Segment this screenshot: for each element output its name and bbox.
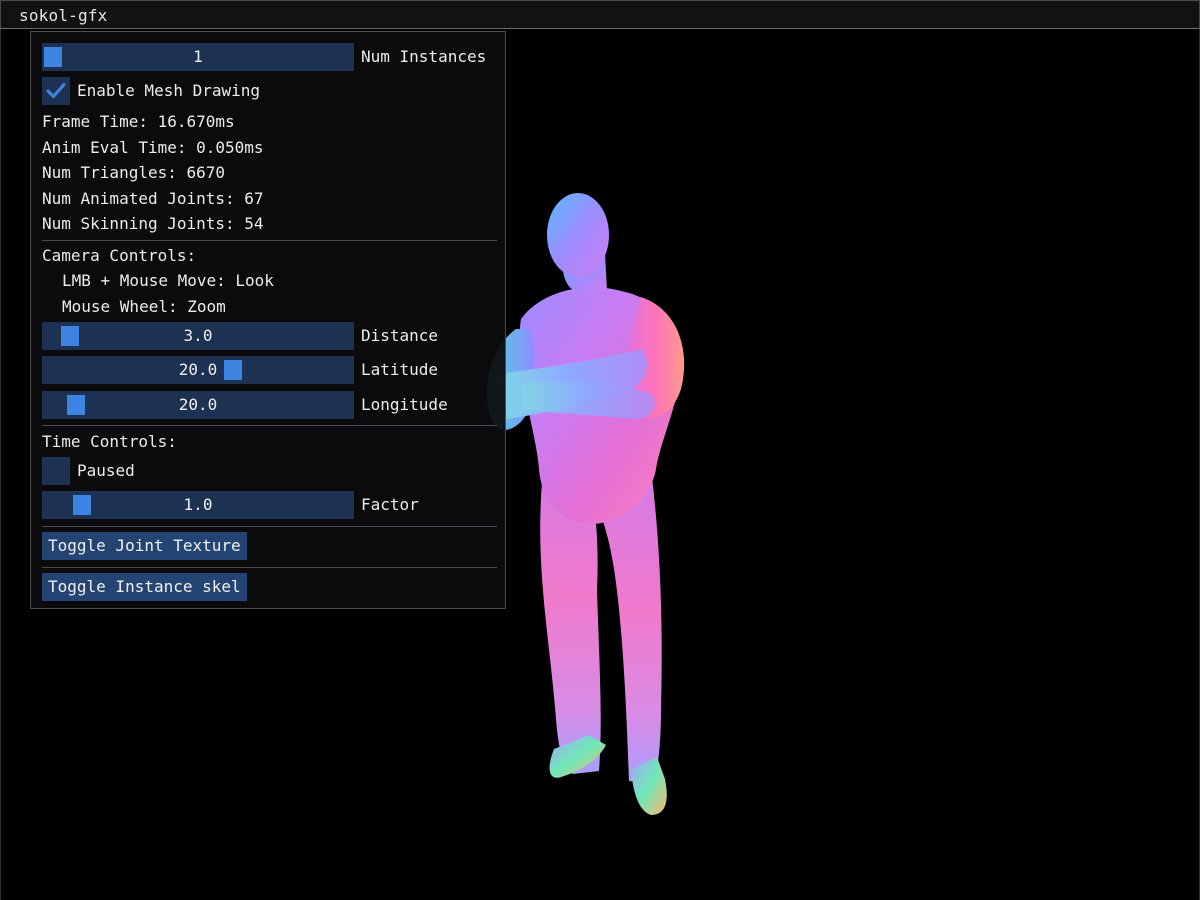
slider-value: 1 [193,47,203,66]
num-instances-slider[interactable]: 1 [42,43,354,71]
toggle-joint-texture-button[interactable]: Toggle Joint Texture [42,532,247,560]
separator [42,425,497,426]
slider-value: 20.0 [178,360,218,379]
enable-mesh-drawing-checkbox[interactable] [42,77,70,105]
checkmark-icon [46,82,66,99]
separator [42,567,497,568]
toggle-instance-skel-button[interactable]: Toggle Instance skel [42,573,247,601]
paused-checkbox[interactable] [42,457,70,485]
frame-time-text: Frame Time: 16.670ms [42,112,235,131]
longitude-slider[interactable]: 20.0 [42,391,354,419]
separator [42,240,497,241]
window-title-bar: sokol-gfx [0,0,1200,29]
anim-eval-time-text: Anim Eval Time: 0.050ms [42,138,264,157]
paused-label: Paused [77,461,135,480]
camera-controls-heading: Camera Controls: [42,246,197,265]
factor-slider[interactable]: 1.0 [42,491,354,519]
factor-label: Factor [361,495,419,514]
num-animated-joints-text: Num Animated Joints: 67 [42,189,264,208]
settings-panel: 1 Num Instances Enable Mesh Drawing Fram… [30,31,506,609]
longitude-label: Longitude [361,395,448,414]
distance-label: Distance [361,326,439,345]
window-title: sokol-gfx [19,6,108,25]
zoom-hint-text: Mouse Wheel: Zoom [62,297,226,316]
character-head [547,193,609,294]
latitude-slider[interactable]: 20.0 [42,356,354,384]
time-controls-heading: Time Controls: [42,432,177,451]
num-skinning-joints-text: Num Skinning Joints: 54 [42,214,264,233]
slider-value: 1.0 [183,495,213,514]
enable-mesh-drawing-label: Enable Mesh Drawing [77,81,261,100]
slider-value: 3.0 [183,326,213,345]
slider-value: 20.0 [178,395,218,414]
latitude-label: Latitude [361,360,439,379]
separator [42,526,497,527]
distance-slider[interactable]: 3.0 [42,322,354,350]
look-hint-text: LMB + Mouse Move: Look [62,271,274,290]
num-instances-label: Num Instances [361,47,487,66]
num-triangles-text: Num Triangles: 6670 [42,163,226,182]
